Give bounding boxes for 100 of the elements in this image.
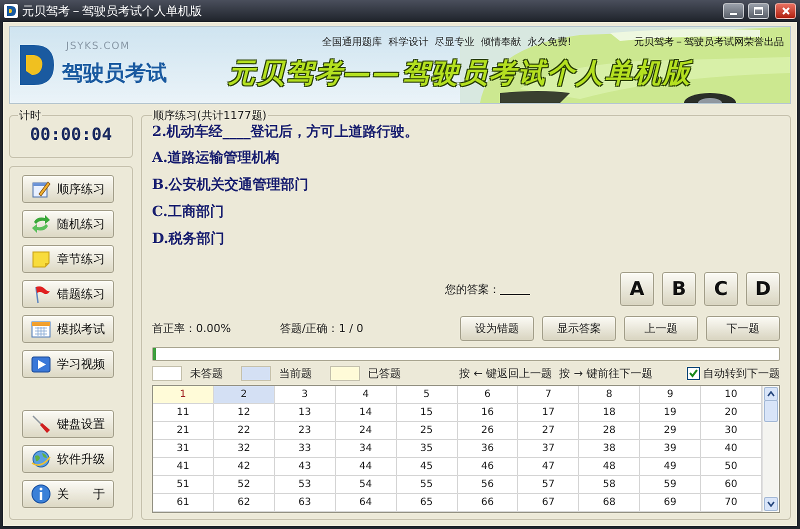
question-number-cell[interactable]: 34 (336, 440, 397, 458)
question-number-cell[interactable]: 18 (579, 404, 640, 422)
question-number-cell[interactable]: 9 (640, 386, 702, 404)
question-number-cell[interactable]: 41 (153, 458, 214, 476)
question-number-cell[interactable]: 54 (336, 476, 397, 494)
question-number-cell[interactable]: 19 (640, 404, 702, 422)
question-number-cell[interactable]: 64 (336, 494, 397, 512)
sidebar-button[interactable]: 章节练习 (22, 245, 114, 273)
choice-button[interactable]: A (620, 272, 654, 306)
question-number-cell[interactable]: 60 (701, 476, 762, 494)
question-number-cell[interactable]: 13 (274, 404, 336, 422)
choice-button[interactable]: C (704, 272, 738, 306)
question-number-cell[interactable]: 65 (396, 494, 458, 512)
question-number-cell[interactable]: 36 (458, 440, 518, 458)
answer-option[interactable]: A.道路运输管理机构 (152, 149, 780, 167)
question-number-cell[interactable]: 66 (458, 494, 518, 512)
question-number-cell[interactable]: 51 (153, 476, 214, 494)
question-number-cell[interactable]: 59 (640, 476, 702, 494)
question-number-cell[interactable]: 1 (153, 386, 214, 404)
question-number-cell[interactable]: 22 (214, 422, 275, 440)
question-number-cell[interactable]: 21 (153, 422, 214, 440)
sidebar-button[interactable]: 软件升级 (22, 445, 114, 473)
sidebar-button[interactable]: 错题练习 (22, 280, 114, 308)
scroll-thumb[interactable] (764, 400, 778, 422)
question-number-cell[interactable]: 32 (214, 440, 275, 458)
answer-option[interactable]: B.公安机关交通管理部门 (152, 176, 780, 194)
question-number-cell[interactable]: 23 (274, 422, 336, 440)
question-number-cell[interactable]: 6 (458, 386, 518, 404)
question-number-cell[interactable]: 43 (274, 458, 336, 476)
question-number-cell[interactable]: 55 (396, 476, 458, 494)
question-number-cell[interactable]: 26 (458, 422, 518, 440)
question-number-cell[interactable]: 4 (336, 386, 397, 404)
question-number-cell[interactable]: 35 (396, 440, 458, 458)
question-number-cell[interactable]: 62 (214, 494, 275, 512)
question-number-cell[interactable]: 53 (274, 476, 336, 494)
question-number-cell[interactable]: 25 (396, 422, 458, 440)
question-number-cell[interactable]: 63 (274, 494, 336, 512)
question-number-cell[interactable]: 38 (579, 440, 640, 458)
question-number-cell[interactable]: 61 (153, 494, 214, 512)
question-number-cell[interactable]: 58 (579, 476, 640, 494)
question-number-cell[interactable]: 33 (274, 440, 336, 458)
question-number-cell[interactable]: 49 (640, 458, 702, 476)
question-number-cell[interactable]: 30 (701, 422, 762, 440)
question-number-cell[interactable]: 56 (458, 476, 518, 494)
sidebar-button[interactable]: 学习视频 (22, 350, 114, 378)
question-number-cell[interactable]: 31 (153, 440, 214, 458)
scrollbar[interactable] (762, 386, 779, 512)
sidebar-button[interactable]: 关 于 (22, 480, 114, 508)
question-number-cell[interactable]: 57 (518, 476, 580, 494)
maximize-button[interactable] (748, 3, 769, 19)
question-number-cell[interactable]: 16 (458, 404, 518, 422)
answer-option[interactable]: D.税务部门 (152, 230, 780, 248)
question-number-cell[interactable]: 5 (396, 386, 458, 404)
question-number-cell[interactable]: 27 (518, 422, 580, 440)
sidebar-button[interactable]: 键盘设置 (22, 410, 114, 438)
scroll-up-button[interactable] (764, 387, 778, 401)
question-number-cell[interactable]: 45 (396, 458, 458, 476)
question-number-cell[interactable]: 40 (701, 440, 762, 458)
scroll-down-button[interactable] (764, 497, 778, 511)
question-number-cell[interactable]: 52 (214, 476, 275, 494)
question-number-cell[interactable]: 24 (336, 422, 397, 440)
answer-option[interactable]: C.工商部门 (152, 203, 780, 221)
question-number-cell[interactable]: 12 (214, 404, 275, 422)
question-number-cell[interactable]: 47 (518, 458, 580, 476)
question-number-cell[interactable]: 8 (579, 386, 640, 404)
question-number-cell[interactable]: 42 (214, 458, 275, 476)
question-number-cell[interactable]: 29 (640, 422, 702, 440)
action-button[interactable]: 下一题 (706, 316, 780, 341)
question-number-cell[interactable]: 10 (701, 386, 762, 404)
action-button[interactable]: 显示答案 (542, 316, 616, 341)
question-number-cell[interactable]: 48 (579, 458, 640, 476)
sidebar-button[interactable]: 随机练习 (22, 210, 114, 238)
close-button[interactable] (775, 3, 796, 19)
question-number-cell[interactable]: 17 (518, 404, 580, 422)
question-number-cell[interactable]: 37 (518, 440, 580, 458)
question-number-cell[interactable]: 11 (153, 404, 214, 422)
choice-button[interactable]: D (746, 272, 780, 306)
question-number-cell[interactable]: 39 (640, 440, 702, 458)
question-number-cell[interactable]: 20 (701, 404, 762, 422)
choice-button[interactable]: B (662, 272, 696, 306)
action-button[interactable]: 设为错题 (460, 316, 534, 341)
question-number-cell[interactable]: 69 (640, 494, 702, 512)
question-number-cell[interactable]: 50 (701, 458, 762, 476)
question-number-cell[interactable]: 14 (336, 404, 397, 422)
question-number-cell[interactable]: 7 (518, 386, 580, 404)
question-number-cell[interactable]: 68 (579, 494, 640, 512)
action-button[interactable]: 上一题 (624, 316, 698, 341)
question-number-cell[interactable]: 2 (214, 386, 275, 404)
question-number-cell[interactable]: 44 (336, 458, 397, 476)
question-number-cell[interactable]: 70 (701, 494, 762, 512)
question-number-cell[interactable]: 46 (458, 458, 518, 476)
checkbox[interactable] (687, 367, 700, 380)
minimize-button[interactable] (723, 3, 744, 19)
auto-next-checkbox[interactable]: 自动转到下一题 (687, 366, 780, 381)
question-number-cell[interactable]: 28 (579, 422, 640, 440)
question-number-cell[interactable]: 15 (396, 404, 458, 422)
sidebar-button[interactable]: 模拟考试 (22, 315, 114, 343)
question-number-cell[interactable]: 3 (274, 386, 336, 404)
sidebar-button[interactable]: 顺序练习 (22, 175, 114, 203)
question-number-cell[interactable]: 67 (518, 494, 580, 512)
